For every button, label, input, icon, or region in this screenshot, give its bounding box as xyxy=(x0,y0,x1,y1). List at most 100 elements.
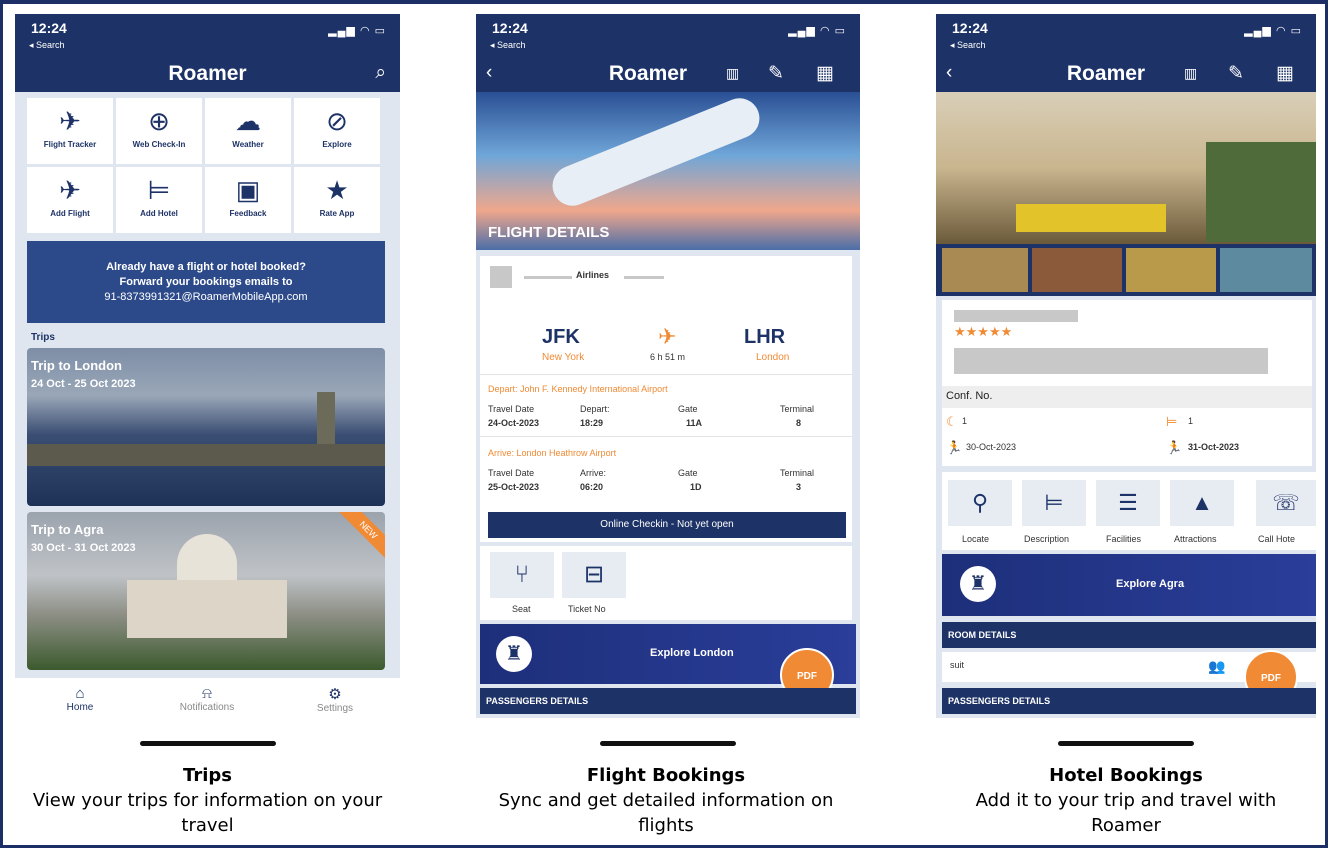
bed-icon[interactable]: ⊨ xyxy=(1022,480,1086,526)
hotel-name-redacted xyxy=(954,310,1078,322)
home-icon: ⌂ xyxy=(75,685,85,702)
tile-feedback[interactable]: ▣ Feedback xyxy=(205,167,291,233)
image-icon[interactable]: ▲ xyxy=(1170,480,1234,526)
passengers-details-header: PASSENGERS DETAILS xyxy=(480,688,856,714)
garden-window-image xyxy=(1206,142,1316,242)
trip-dates: 30 Oct - 31 Oct 2023 xyxy=(31,542,136,554)
tile-label: Add Flight xyxy=(50,209,90,218)
hotel-hero-image xyxy=(936,92,1316,244)
tile-add-flight[interactable]: ✈ Add Flight xyxy=(27,167,113,233)
tile-rate-app[interactable]: ★ Rate App xyxy=(294,167,380,233)
hotel-star-rating: ★★★★★ xyxy=(954,324,1013,339)
edit-pencil-icon[interactable]: ✎ xyxy=(1228,62,1244,85)
caption-flight-bookings: Flight Bookings Sync and get detailed in… xyxy=(486,763,846,838)
app-logo: Roamer xyxy=(608,62,688,85)
flight-details-screen: 12:24 ◂ Search ▂▄▆ ◠ ▭ ‹ Roamer ▥ ✎ ▦ FL… xyxy=(476,14,860,752)
flight-actions-card: ⑂ Seat ⊟ Ticket No xyxy=(480,546,852,620)
rooms-count: 1 xyxy=(1188,416,1194,426)
explorer-icon: ♜ xyxy=(496,636,532,672)
caption-title: Flight Bookings xyxy=(586,765,746,786)
airline-name: Airlines xyxy=(576,270,610,280)
explore-label: Explore London xyxy=(650,647,734,659)
status-bar: 12:24 ◂ Search ▂▄▆ ◠ ▭ xyxy=(936,14,1316,56)
home-indicator xyxy=(1058,741,1194,746)
tile-web-checkin[interactable]: ⊕ Web Check-In xyxy=(116,98,202,164)
parliament-image xyxy=(27,444,385,466)
cloud-icon: ☁ xyxy=(235,106,261,136)
arrive-airport: Arrive: London Heathrow Airport xyxy=(488,448,617,458)
tile-flight-tracker[interactable]: ✈ Flight Tracker xyxy=(27,98,113,164)
flight-summary-card: Airlines JFK New York ✈ 6 h 51 m LHR Lon… xyxy=(480,256,852,542)
tab-notifications[interactable]: ⍾ Notifications xyxy=(167,685,247,713)
online-checkin-button[interactable]: Online Checkin - Not yet open xyxy=(488,512,846,538)
hotel-summary-card: ★★★★★ Conf. No. ☾ 1 ⊨ 1 🏃 30-Oct-2023 🏃 … xyxy=(942,300,1312,466)
airplane-hero-image: FLIGHT DETAILS xyxy=(476,92,860,250)
hotel-details-screen: 12:24 ◂ Search ▂▄▆ ◠ ▭ ‹ Roamer ▥ ✎ ▦ ★★… xyxy=(936,14,1316,752)
bell-icon: ⍾ xyxy=(202,685,212,702)
guests-icon: 👥 xyxy=(1208,658,1226,674)
seat-icon[interactable]: ⑂ xyxy=(490,552,554,598)
calendar-icon[interactable]: ▦ xyxy=(816,62,834,85)
check-in-date: 30-Oct-2023 xyxy=(966,442,1017,452)
taj-mahal-dome-image xyxy=(177,534,237,584)
calendar-icon[interactable]: ▦ xyxy=(1276,62,1294,85)
location-pin-icon[interactable]: ⚲ xyxy=(948,480,1012,526)
app-logo: Roamer xyxy=(168,62,247,85)
status-time: 12:24 xyxy=(492,20,528,36)
depart-date: 24-Oct-2023 xyxy=(488,418,540,428)
divider xyxy=(480,374,852,375)
hotel-thumbnail[interactable] xyxy=(942,248,1028,292)
promo-line: Forward your bookings emails to xyxy=(119,276,293,288)
tile-weather[interactable]: ☁ Weather xyxy=(205,98,291,164)
forward-bookings-banner[interactable]: Already have a flight or hotel booked? F… xyxy=(27,241,385,323)
trip-card-london[interactable]: Trip to London 24 Oct - 25 Oct 2023 xyxy=(27,348,385,506)
hotel-thumbnail[interactable] xyxy=(1126,248,1216,292)
search-icon[interactable]: ⌕ xyxy=(375,62,386,84)
signal-wifi-battery-icon: ▂▄▆ ◠ ▭ xyxy=(1244,25,1302,37)
airplane-icon: ✈ xyxy=(59,175,81,205)
depart-terminal: 8 xyxy=(796,418,802,428)
caption-title: Trips xyxy=(183,765,232,786)
trash-icon[interactable]: ▥ xyxy=(1184,65,1197,82)
arrive-time: 06:20 xyxy=(580,482,604,492)
tile-label: Rate App xyxy=(319,209,355,218)
tile-add-hotel[interactable]: ⊨ Add Hotel xyxy=(116,167,202,233)
arrive-terminal: 3 xyxy=(796,482,802,492)
edit-pencil-icon[interactable]: ✎ xyxy=(768,62,784,85)
star-icon: ★ xyxy=(325,175,349,205)
destination-code: LHR xyxy=(744,326,786,348)
description-label: Description xyxy=(1024,534,1070,544)
back-to-search-link[interactable]: ◂ Search xyxy=(29,40,65,51)
hotel-thumbnail[interactable] xyxy=(1220,248,1312,292)
nav-bar: Roamer ⌕ xyxy=(15,56,400,92)
tab-settings[interactable]: ⚙ Settings xyxy=(295,685,375,714)
hotel-thumbnail[interactable] xyxy=(1032,248,1122,292)
tab-home[interactable]: ⌂ Home xyxy=(40,685,120,713)
trash-icon[interactable]: ▥ xyxy=(726,65,739,82)
explore-agra-banner[interactable]: ♜ Explore Agra xyxy=(942,554,1316,616)
check-in-person-icon: 🏃 xyxy=(946,440,963,455)
col-gate: Gate xyxy=(678,404,698,414)
flight-details-heading: FLIGHT DETAILS xyxy=(488,224,610,241)
tile-label: Add Hotel xyxy=(140,209,178,218)
promo-email: 91-8373991321@RoamerMobileApp.com xyxy=(104,291,308,303)
trip-card-agra[interactable]: NEW Trip to Agra 30 Oct - 31 Oct 2023 xyxy=(27,512,385,670)
ticket-icon[interactable]: ⊟ xyxy=(562,552,626,598)
tab-label: Home xyxy=(66,702,94,713)
caption-title: Hotel Bookings xyxy=(1049,765,1203,786)
check-out-date: 31-Oct-2023 xyxy=(1188,442,1240,452)
col-travel-date: Travel Date xyxy=(488,468,535,478)
bed-icon: ⊨ xyxy=(147,175,171,205)
col-terminal: Terminal xyxy=(780,468,815,478)
status-bar: 12:24 ◂ Search ▂▄▆ ◠ ▭ xyxy=(476,14,860,56)
caption-hotel-bookings: Hotel Bookings Add it to your trip and t… xyxy=(946,763,1306,838)
back-to-search-link[interactable]: ◂ Search xyxy=(950,40,986,51)
status-time: 12:24 xyxy=(31,20,67,36)
depart-airport: Depart: John F. Kennedy International Ai… xyxy=(488,384,668,394)
back-to-search-link[interactable]: ◂ Search xyxy=(490,40,526,51)
facilities-list-icon[interactable]: ☰ xyxy=(1096,480,1160,526)
tile-explore[interactable]: ⊘ Explore xyxy=(294,98,380,164)
room-type: suit xyxy=(950,660,965,670)
contact-card-icon[interactable]: ☏ xyxy=(1256,480,1316,526)
plane-takeoff-icon: ✈ xyxy=(59,106,81,136)
